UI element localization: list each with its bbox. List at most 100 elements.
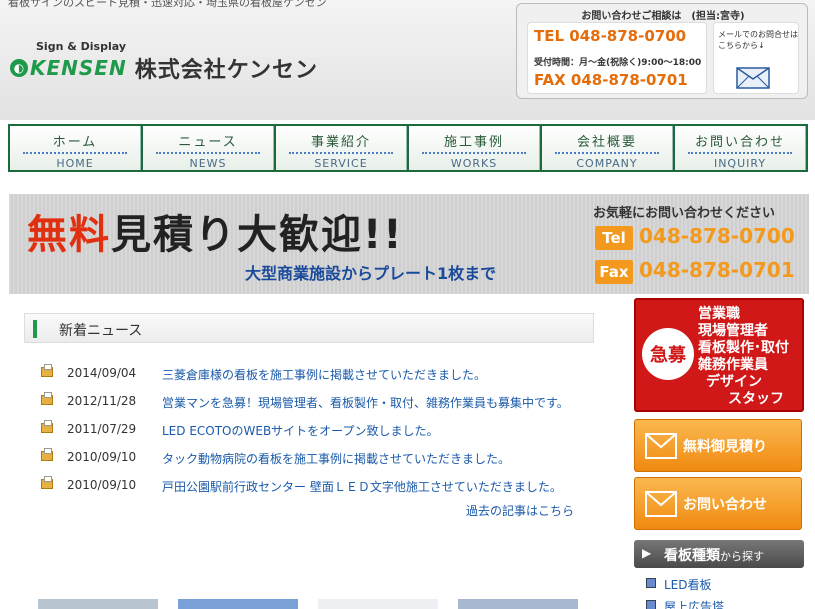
banner-contact-heading: お気軽にお問い合わせください	[593, 206, 776, 221]
sign-kinds-title: 看板種類から探す	[664, 545, 764, 565]
recruit-positions: 営業職 現場管理者 看板製作･取付 雑務作業員 デザイン スタッフ	[698, 306, 802, 408]
nav-divider	[23, 152, 127, 154]
nav-news[interactable]: ニュース NEWS	[143, 126, 274, 170]
nav-divider	[422, 152, 526, 154]
news-section-title: 新着ニュース	[59, 323, 143, 339]
recruit-badge: 急募	[642, 328, 694, 380]
news-date: 2011/07/29	[67, 422, 137, 436]
news-link[interactable]: 営業マンを急募！現場管理者、看板製作・取付、雑務作業員も募集中です。	[162, 394, 569, 411]
free-estimate-banner[interactable]: 無料見積り大歓迎!! 大型商業施設からプレート1枚まで お気軽にお問い合わせくだ…	[9, 194, 809, 294]
sign-kinds-title-suffix: から探す	[720, 550, 764, 563]
news-archive-link[interactable]: 過去の記事はこちら	[466, 502, 574, 519]
folder-icon	[41, 420, 53, 433]
recruit-position: 雑務作業員	[698, 357, 768, 373]
sign-kind-item[interactable]: LED看板	[644, 574, 804, 596]
envelope-icon	[736, 67, 770, 89]
nav-label-jp: ニュース	[178, 135, 238, 150]
news-item[interactable]: 2014/09/04 三菱倉庫様の看板を施工事例に掲載させていただきました。	[40, 364, 600, 392]
sign-kind-link[interactable]: LED看板	[664, 576, 712, 593]
contact-heading: お問い合わせご相談は (担当:宮寺)	[581, 11, 745, 22]
logo-company-name: 株式会社ケンセン	[134, 58, 319, 83]
news-link[interactable]: 戸田公園駅前行政センター 壁面ＬＥＤ文字他施工させていただきました。	[162, 478, 562, 495]
nav-label-jp: 会社概要	[576, 135, 637, 150]
work-thumbnail[interactable]	[318, 599, 438, 609]
news-section-header: 新着ニュース	[24, 313, 594, 343]
nav-label-en: HOME	[56, 157, 94, 170]
site-tagline: 看板サインのスピード見積・迅速対応・埼玉県の看板屋ケンセン	[8, 0, 327, 9]
recruit-position: デザイン	[706, 374, 762, 390]
contact-box: お問い合わせご相談は (担当:宮寺) TEL 048-878-0700 受付時間…	[516, 3, 808, 99]
contact-mail-text: メールでのお問合せはこちらから↓	[718, 30, 798, 50]
news-list: 2014/09/04 三菱倉庫様の看板を施工事例に掲載させていただきました。 2…	[40, 364, 600, 504]
main-nav: ホーム HOME ニュース NEWS 事業紹介 SERVICE 施工事例 WOR…	[8, 124, 808, 172]
work-thumbnail[interactable]	[178, 599, 298, 609]
sign-kind-link[interactable]: 屋上広告塔	[664, 598, 724, 609]
folder-icon	[41, 448, 53, 461]
news-header-accent	[33, 320, 37, 338]
site-logo[interactable]: ◐ KENSEN 株式会社ケンセン	[10, 52, 318, 84]
contact-fax: FAX 048-878-0701	[534, 71, 688, 89]
nav-home[interactable]: ホーム HOME	[10, 126, 141, 170]
square-bullet-icon	[646, 578, 656, 588]
free-estimate-label: 無料御見積り	[683, 439, 767, 455]
nav-works[interactable]: 施工事例 WORKS	[409, 126, 540, 170]
square-bullet-icon	[646, 600, 656, 609]
nav-inquiry[interactable]: お問い合わせ INQUIRY	[675, 126, 806, 170]
page: 看板サインのスピード見積・迅速対応・埼玉県の看板屋ケンセン Sign & Dis…	[0, 0, 815, 609]
sign-kinds-list: LED看板 屋上広告塔	[644, 574, 804, 609]
news-date: 2010/09/10	[67, 478, 137, 492]
nav-service[interactable]: 事業紹介 SERVICE	[276, 126, 407, 170]
recruit-position: 営業職	[698, 306, 740, 322]
banner-tel-label: Tel	[595, 226, 633, 250]
work-thumbnail[interactable]	[38, 599, 158, 609]
nav-label-jp: お問い合わせ	[694, 135, 785, 150]
banner-headline-dark: 見積り大歓迎!!	[111, 212, 404, 258]
folder-icon	[41, 364, 53, 377]
nav-divider	[555, 152, 659, 154]
news-link[interactable]: 三菱倉庫様の看板を施工事例に掲載させていただきました。	[162, 366, 486, 383]
recruit-banner[interactable]: 急募 営業職 現場管理者 看板製作･取付 雑務作業員 デザイン スタッフ	[634, 298, 804, 412]
news-date: 2010/09/10	[67, 450, 137, 464]
play-arrow-icon: ▶	[642, 546, 652, 560]
banner-headline-red: 無料	[27, 212, 111, 258]
nav-company[interactable]: 会社概要 COMPANY	[542, 126, 673, 170]
envelope-icon	[645, 433, 677, 459]
nav-divider	[289, 152, 393, 154]
nav-label-en: NEWS	[189, 157, 227, 170]
banner-fax-number: 048-878-0701	[639, 258, 795, 282]
banner-headline: 無料見積り大歓迎!!	[27, 202, 403, 260]
news-item[interactable]: 2010/09/10 戸田公園駅前行政センター 壁面ＬＥＤ文字他施工させていただ…	[40, 476, 600, 504]
folder-icon	[41, 392, 53, 405]
news-link[interactable]: タック動物病院の看板を施工事例に掲載させていただきました。	[162, 450, 510, 467]
recruit-position: スタッフ	[728, 391, 784, 407]
banner-tel-number: 048-878-0700	[639, 224, 795, 248]
nav-label-jp: 施工事例	[443, 135, 504, 150]
logo-mark-icon: ◐	[10, 59, 28, 77]
news-item[interactable]: 2010/09/10 タック動物病院の看板を施工事例に掲載させていただきました。	[40, 448, 600, 476]
header: 看板サインのスピード見積・迅速対応・埼玉県の看板屋ケンセン Sign & Dis…	[0, 0, 815, 120]
sign-kinds-header: ▶ 看板種類から探す	[634, 540, 804, 568]
inquiry-button[interactable]: お問い合わせ	[634, 477, 802, 530]
nav-label-en: WORKS	[450, 157, 498, 170]
news-link[interactable]: LED ECOTOのWEBサイトをオープン致しました。	[162, 422, 438, 439]
work-thumbnail[interactable]	[458, 599, 578, 609]
nav-label-en: COMPANY	[576, 157, 638, 170]
sign-kind-item[interactable]: 屋上広告塔	[644, 596, 804, 609]
envelope-icon	[645, 491, 677, 517]
news-item[interactable]: 2011/07/29 LED ECOTOのWEBサイトをオープン致しました。	[40, 420, 600, 448]
news-item[interactable]: 2012/11/28 営業マンを急募！現場管理者、看板製作・取付、雑務作業員も募…	[40, 392, 600, 420]
nav-label-en: SERVICE	[314, 157, 368, 170]
logo-brand: KENSEN	[30, 56, 127, 80]
contact-phone-panel: TEL 048-878-0700 受付時間：月～金(祝除く)9:00～18:00…	[527, 22, 707, 94]
news-date: 2012/11/28	[67, 394, 137, 408]
nav-label-jp: ホーム	[52, 135, 98, 150]
contact-tel[interactable]: TEL 048-878-0700	[534, 27, 686, 45]
contact-hours: 受付時間：月～金(祝除く)9:00～18:00	[534, 58, 702, 68]
banner-fax-label: Fax	[595, 260, 633, 284]
news-date: 2014/09/04	[67, 366, 137, 380]
works-thumbnails	[0, 599, 600, 609]
folder-icon	[41, 476, 53, 489]
contact-mail-button[interactable]: メールでのお問合せはこちらから↓	[713, 22, 799, 94]
free-estimate-button[interactable]: 無料御見積り	[634, 419, 802, 472]
nav-divider	[156, 152, 260, 154]
